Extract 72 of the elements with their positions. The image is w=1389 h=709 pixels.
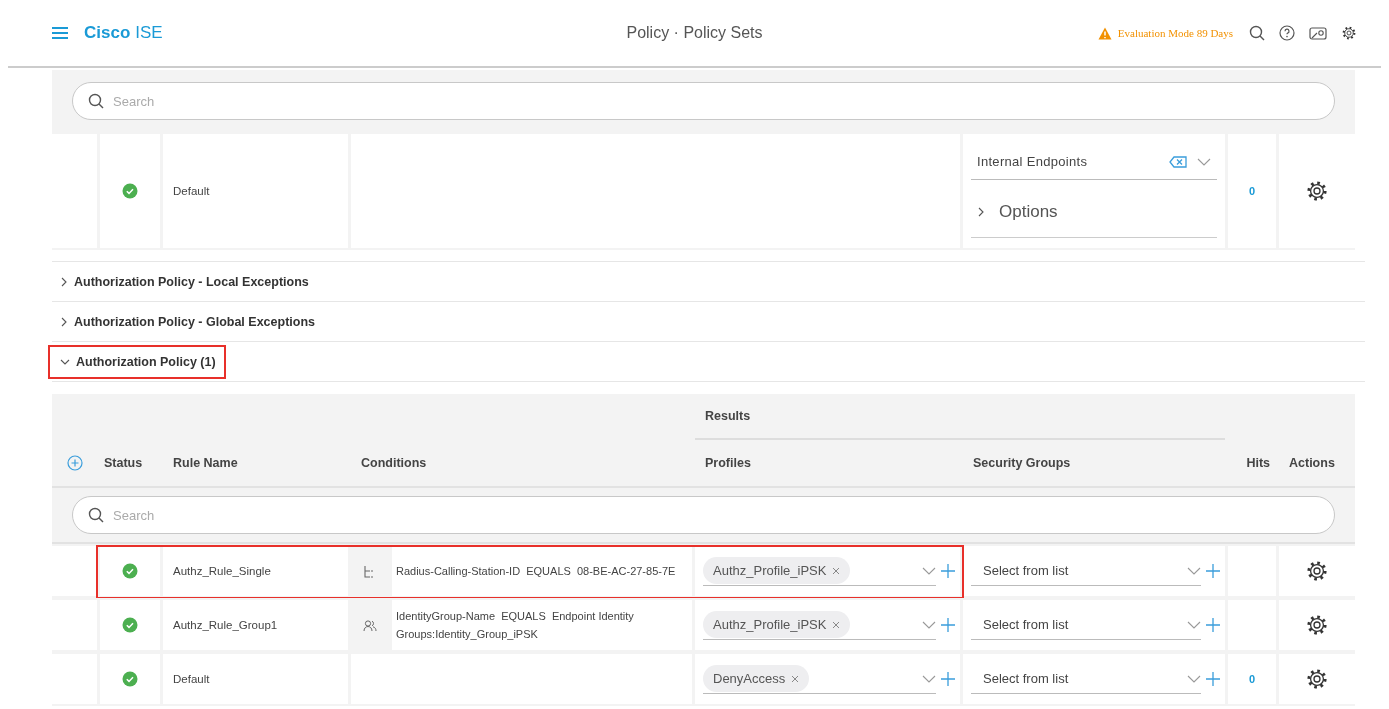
remove-icon[interactable] bbox=[832, 620, 841, 629]
column-group-header: Results bbox=[695, 394, 1225, 440]
condition-text: IdentityGroup-Name EQUALS Endpoint Identity Groups:Identity_Group_iPSK bbox=[392, 600, 692, 650]
search-icon[interactable] bbox=[1249, 25, 1265, 41]
condition-text: Radius-Calling-Station-ID EQUALS 08-BE-AC-27-85-7E bbox=[392, 546, 692, 596]
profile-tag: Authz_Profile_iPSK bbox=[703, 557, 851, 584]
table-row[interactable]: Default DenyAccess Select from list 0 bbox=[52, 652, 1355, 706]
profile-tag: DenyAccess bbox=[703, 665, 810, 692]
help-icon[interactable] bbox=[1279, 25, 1295, 41]
remove-icon[interactable] bbox=[832, 566, 841, 575]
rule-name: Default bbox=[163, 654, 348, 704]
chevron-right-icon bbox=[60, 316, 68, 327]
column-header: Conditions bbox=[361, 456, 427, 470]
add-icon[interactable] bbox=[1205, 617, 1221, 633]
settings-icon[interactable] bbox=[1305, 667, 1329, 691]
column-header: Actions bbox=[1289, 456, 1335, 470]
profile-dropdown[interactable]: DenyAccess bbox=[703, 664, 936, 694]
column-header: Profiles bbox=[705, 456, 751, 470]
column-header: Status bbox=[104, 456, 143, 470]
table-row[interactable]: Authz_Rule_Group1 IdentityGroup-Name EQUALS Endpoint Identity Groups:Identity_Group_iPSK Authz_Profile_iPSK Select from list bbox=[52, 598, 1355, 652]
add-icon[interactable] bbox=[1205, 563, 1221, 579]
rule-name: Authz_Rule_Single bbox=[163, 546, 348, 596]
search-icon bbox=[88, 507, 104, 523]
caret-icon bbox=[1197, 157, 1211, 166]
column-header: Rule Name bbox=[173, 456, 238, 470]
chevron-right-icon bbox=[60, 276, 68, 287]
monitor-icon[interactable] bbox=[1309, 26, 1327, 40]
add-icon[interactable] bbox=[940, 671, 956, 687]
hits-count: 0 bbox=[1228, 654, 1276, 704]
search-field[interactable]: Search bbox=[72, 82, 1335, 120]
column-header: Security Groups bbox=[973, 456, 1071, 470]
caret-icon bbox=[922, 674, 936, 683]
settings-icon[interactable] bbox=[1305, 179, 1329, 203]
user-group-icon bbox=[363, 618, 377, 632]
rule-name: Authz_Rule_Group1 bbox=[163, 600, 348, 650]
table-row[interactable]: Authz_Rule_Single Radius-Calling-Station-ID EQUALS 08-BE-AC-27-85-7E Authz_Profile_iPSK Select from list bbox=[52, 544, 1355, 598]
security-group-dropdown[interactable]: Select from list bbox=[971, 610, 1201, 640]
section-toggle[interactable]: Authorization Policy - Local Exceptions bbox=[48, 264, 319, 299]
add-icon[interactable] bbox=[66, 455, 83, 471]
settings-icon[interactable] bbox=[1305, 559, 1329, 583]
add-icon[interactable] bbox=[940, 563, 956, 579]
warning-icon bbox=[1097, 26, 1112, 40]
clear-icon[interactable] bbox=[1169, 155, 1187, 168]
brand-name: Cisco bbox=[84, 23, 131, 43]
security-group-dropdown[interactable]: Select from list bbox=[971, 664, 1201, 694]
identity-source-dropdown[interactable]: Internal Endpoints bbox=[971, 144, 1217, 180]
search-field[interactable]: Search bbox=[72, 496, 1335, 534]
caret-icon bbox=[1187, 674, 1201, 683]
settings-icon[interactable] bbox=[1341, 25, 1357, 41]
remove-icon[interactable] bbox=[791, 674, 800, 683]
settings-icon[interactable] bbox=[1305, 613, 1329, 637]
profile-tag: Authz_Profile_iPSK bbox=[703, 611, 851, 638]
caret-icon bbox=[1187, 566, 1201, 575]
profile-dropdown[interactable]: Authz_Profile_iPSK bbox=[703, 556, 936, 586]
section-toggle[interactable]: Authorization Policy (1) bbox=[48, 344, 226, 379]
product-name: ISE bbox=[135, 23, 163, 43]
column-header: Hits bbox=[1246, 456, 1270, 470]
menu-icon[interactable] bbox=[52, 27, 68, 39]
profile-dropdown[interactable]: Authz_Profile_iPSK bbox=[703, 610, 936, 640]
add-icon[interactable] bbox=[1205, 671, 1221, 687]
options-toggle[interactable]: Options bbox=[971, 186, 1217, 238]
caret-icon bbox=[1187, 620, 1201, 629]
security-group-dropdown[interactable]: Select from list bbox=[971, 556, 1201, 586]
search-icon bbox=[88, 93, 104, 109]
page-title: Policy · Policy Sets bbox=[626, 24, 763, 42]
add-icon[interactable] bbox=[940, 617, 956, 633]
chevron-down-icon bbox=[60, 357, 70, 366]
caret-icon bbox=[922, 620, 936, 629]
caret-icon bbox=[922, 566, 936, 575]
rule-name: Default bbox=[163, 134, 348, 248]
section-toggle[interactable]: Authorization Policy - Global Exceptions bbox=[48, 304, 325, 339]
hits-count: 0 bbox=[1228, 134, 1276, 248]
